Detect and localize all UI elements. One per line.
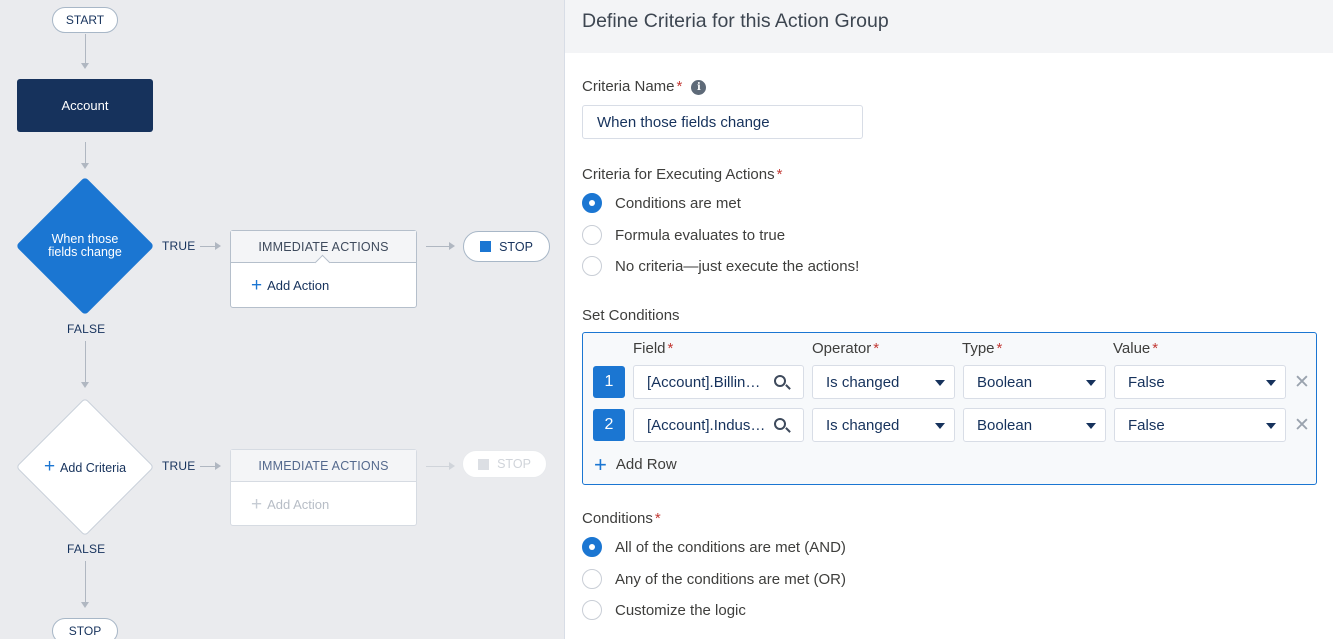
connector	[426, 246, 450, 247]
required-mark: *	[776, 166, 783, 183]
plus-icon: +	[251, 493, 263, 515]
value-select[interactable]: False	[1114, 408, 1286, 442]
object-node-account[interactable]: Account	[17, 79, 153, 132]
criteria-panel: Define Criteria for this Action Group Cr…	[565, 0, 1333, 639]
caret-down-icon	[935, 380, 945, 386]
stop-end-node: STOP	[52, 618, 118, 639]
panel-title: Define Criteria for this Action Group	[582, 10, 889, 32]
criteria-name-input[interactable]: When those fields change	[582, 105, 863, 139]
radio-button[interactable]	[582, 569, 602, 589]
connector-arrow	[81, 163, 89, 169]
caret-down-icon	[1086, 380, 1096, 386]
connector	[200, 466, 216, 467]
add-action-button-disabled: + Add Action	[231, 482, 416, 527]
add-criteria-label: + Add Criteria	[43, 455, 127, 477]
column-header-field: Field *	[633, 340, 674, 357]
connector	[85, 341, 86, 383]
add-action-button[interactable]: + Add Action	[231, 263, 416, 308]
plus-icon: +	[43, 455, 56, 477]
connector-arrow	[215, 242, 221, 250]
required-mark: *	[676, 78, 683, 95]
stop-label: STOP	[497, 457, 531, 471]
radio-no-criteria[interactable]: No criteria—just execute the actions!	[582, 256, 859, 276]
operator-select[interactable]: Is changed	[812, 408, 955, 442]
field-picker[interactable]: [Account].BillingAddress	[633, 365, 804, 399]
connector	[426, 466, 450, 467]
required-mark: *	[654, 510, 661, 527]
radio-customize-logic[interactable]: Customize the logic	[582, 600, 746, 620]
caret-down-icon	[1266, 380, 1276, 386]
field-picker[interactable]: [Account].Industry	[633, 408, 804, 442]
plus-icon: +	[251, 274, 263, 296]
add-criteria-node[interactable]: + Add Criteria	[15, 397, 155, 537]
false-label: FALSE	[67, 542, 106, 556]
row-number: 2	[593, 409, 625, 441]
immediate-actions-box: IMMEDIATE ACTIONS + Add Action	[230, 230, 417, 308]
operator-select[interactable]: Is changed	[812, 365, 955, 399]
executing-actions-label: Criteria for Executing Actions *	[582, 166, 783, 183]
search-icon[interactable]	[774, 375, 786, 387]
connector-arrow	[449, 462, 455, 470]
close-icon[interactable]: ✕	[1294, 414, 1310, 437]
stop-node-disabled: STOP	[462, 450, 547, 478]
column-header-value: Value *	[1113, 340, 1159, 357]
true-label: TRUE	[162, 239, 196, 253]
set-conditions-label: Set Conditions	[582, 307, 680, 324]
caret-down-icon	[935, 423, 945, 429]
radio-button[interactable]	[582, 600, 602, 620]
connector	[85, 142, 86, 164]
connector-arrow	[81, 382, 89, 388]
connector-arrow	[81, 602, 89, 608]
type-select[interactable]: Boolean	[963, 365, 1106, 399]
add-action-label: Add Action	[267, 497, 330, 512]
connector	[85, 561, 86, 603]
radio-button[interactable]	[582, 256, 602, 276]
column-header-type: Type *	[962, 340, 1003, 357]
radio-button[interactable]	[582, 225, 602, 245]
radio-formula-true[interactable]: Formula evaluates to true	[582, 225, 785, 245]
type-select[interactable]: Boolean	[963, 408, 1106, 442]
search-icon[interactable]	[774, 418, 786, 430]
conditions-label: Conditions *	[582, 510, 661, 527]
false-label: FALSE	[67, 322, 106, 336]
add-row-button[interactable]: + Add Row	[594, 451, 677, 477]
connector-arrow	[81, 63, 89, 69]
column-header-operator: Operator *	[812, 340, 880, 357]
caret-down-icon	[1086, 423, 1096, 429]
immediate-actions-header: IMMEDIATE ACTIONS	[231, 450, 416, 482]
true-label: TRUE	[162, 459, 196, 473]
radio-conditions-met[interactable]: Conditions are met	[582, 193, 741, 213]
connector-arrow	[215, 462, 221, 470]
connector	[85, 34, 86, 64]
criteria-name-label: Criteria Name * i	[582, 78, 707, 95]
connector-arrow	[449, 242, 455, 250]
stop-square-icon	[478, 458, 490, 470]
radio-any-conditions[interactable]: Any of the conditions are met (OR)	[582, 569, 846, 589]
row-number: 1	[593, 366, 625, 398]
stop-square-icon	[480, 241, 492, 252]
plus-icon: +	[594, 451, 607, 477]
caret-down-icon	[1266, 423, 1276, 429]
add-action-label: Add Action	[267, 278, 330, 293]
criteria-node-when-fields-change[interactable]: When those fields change	[15, 176, 155, 316]
info-icon[interactable]: i	[691, 80, 707, 95]
immediate-actions-box-disabled: IMMEDIATE ACTIONS + Add Action	[230, 449, 417, 526]
criteria-node-label: When those fields change	[48, 232, 122, 259]
radio-all-conditions[interactable]: All of the conditions are met (AND)	[582, 537, 846, 557]
panel-header: Define Criteria for this Action Group	[565, 0, 1333, 53]
process-canvas: START Account When those fields change TR…	[0, 0, 565, 639]
start-node: START	[52, 7, 118, 33]
connector	[200, 246, 216, 247]
conditions-table: Field * Operator * Type * Value * 1 [Account…	[582, 332, 1317, 485]
radio-button[interactable]	[582, 193, 602, 213]
stop-node: STOP	[463, 231, 550, 262]
stop-label: STOP	[499, 239, 533, 254]
radio-button[interactable]	[582, 537, 602, 557]
close-icon[interactable]: ✕	[1294, 371, 1310, 394]
value-select[interactable]: False	[1114, 365, 1286, 399]
